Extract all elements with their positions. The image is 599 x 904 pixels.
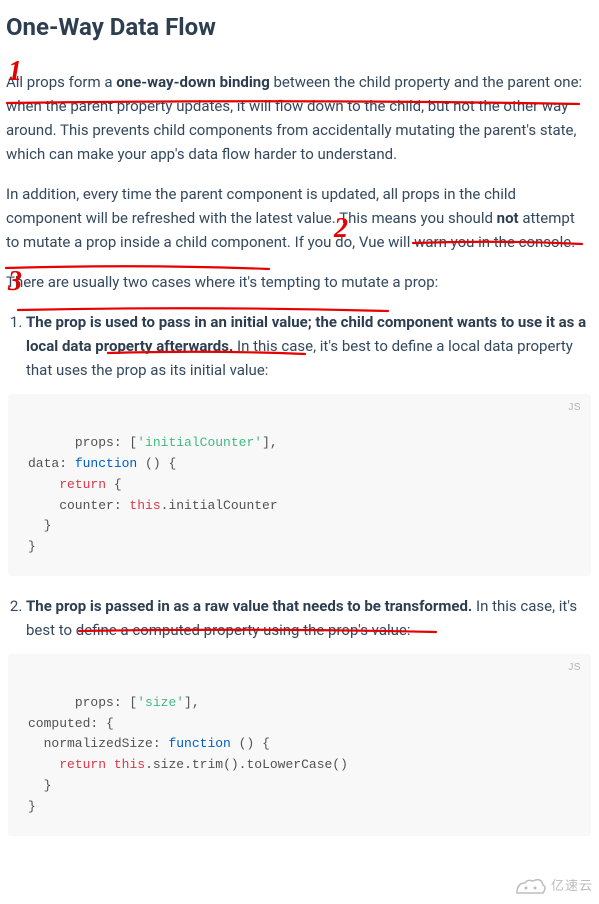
code-text: () { — [231, 736, 270, 751]
ordered-list: The prop is used to pass in an initial v… — [6, 310, 591, 835]
code-block-2: JS props: ['size'], computed: { normalize… — [8, 654, 591, 836]
paragraph-1: All props form a one-way-down binding be… — [6, 70, 591, 166]
code-text: } — [28, 539, 36, 554]
code-text: computed: { — [28, 716, 114, 731]
code-keyword: return — [59, 757, 106, 772]
code-text: ], — [262, 435, 278, 450]
code-lang-tag: JS — [568, 400, 581, 416]
code-text: () { — [137, 456, 176, 471]
list-item: The prop is passed in as a raw value tha… — [26, 594, 591, 836]
list-item: The prop is used to pass in an initial v… — [26, 310, 591, 576]
code-keyword: this — [114, 757, 145, 772]
code-text: } — [28, 518, 51, 533]
page-title: One-Way Data Flow — [6, 8, 591, 46]
code-keyword: function — [168, 736, 230, 751]
code-keyword: this — [129, 498, 160, 513]
code-text: ], — [184, 695, 200, 710]
code-keyword: function — [75, 456, 137, 471]
code-lang-tag: JS — [568, 660, 581, 676]
bold-text: not — [497, 209, 519, 227]
code-string: 'size' — [137, 695, 184, 710]
code-text: .size.trim().toLowerCase() — [145, 757, 348, 772]
code-text: { — [106, 477, 122, 492]
code-text: } — [28, 778, 51, 793]
code-text: .initialCounter — [161, 498, 278, 513]
code-text — [106, 757, 114, 772]
watermark: 亿速云 — [513, 877, 593, 898]
bold-text: The prop is passed in as a raw value tha… — [26, 597, 472, 615]
code-text: props: [ — [75, 695, 137, 710]
code-text — [28, 477, 59, 492]
text: All props form a — [6, 73, 116, 91]
code-string: 'initialCounter' — [137, 435, 262, 450]
text: In addition, every time the parent compo… — [6, 185, 516, 227]
code-keyword: return — [59, 477, 106, 492]
paragraph-2: In addition, every time the parent compo… — [6, 182, 591, 254]
code-text: counter: — [28, 498, 129, 513]
watermark-text: 亿速云 — [551, 877, 593, 898]
paragraph-3: There are usually two cases where it's t… — [6, 270, 591, 294]
bold-text: one-way-down binding — [116, 73, 270, 91]
watermark-icon — [513, 877, 547, 897]
code-block-1: JS props: ['initialCounter'], data: funct… — [8, 394, 591, 576]
code-text: data: — [28, 456, 75, 471]
code-text — [28, 757, 59, 772]
code-text: props: [ — [75, 435, 137, 450]
code-text: } — [28, 799, 36, 814]
code-text: normalizedSize: — [28, 736, 168, 751]
